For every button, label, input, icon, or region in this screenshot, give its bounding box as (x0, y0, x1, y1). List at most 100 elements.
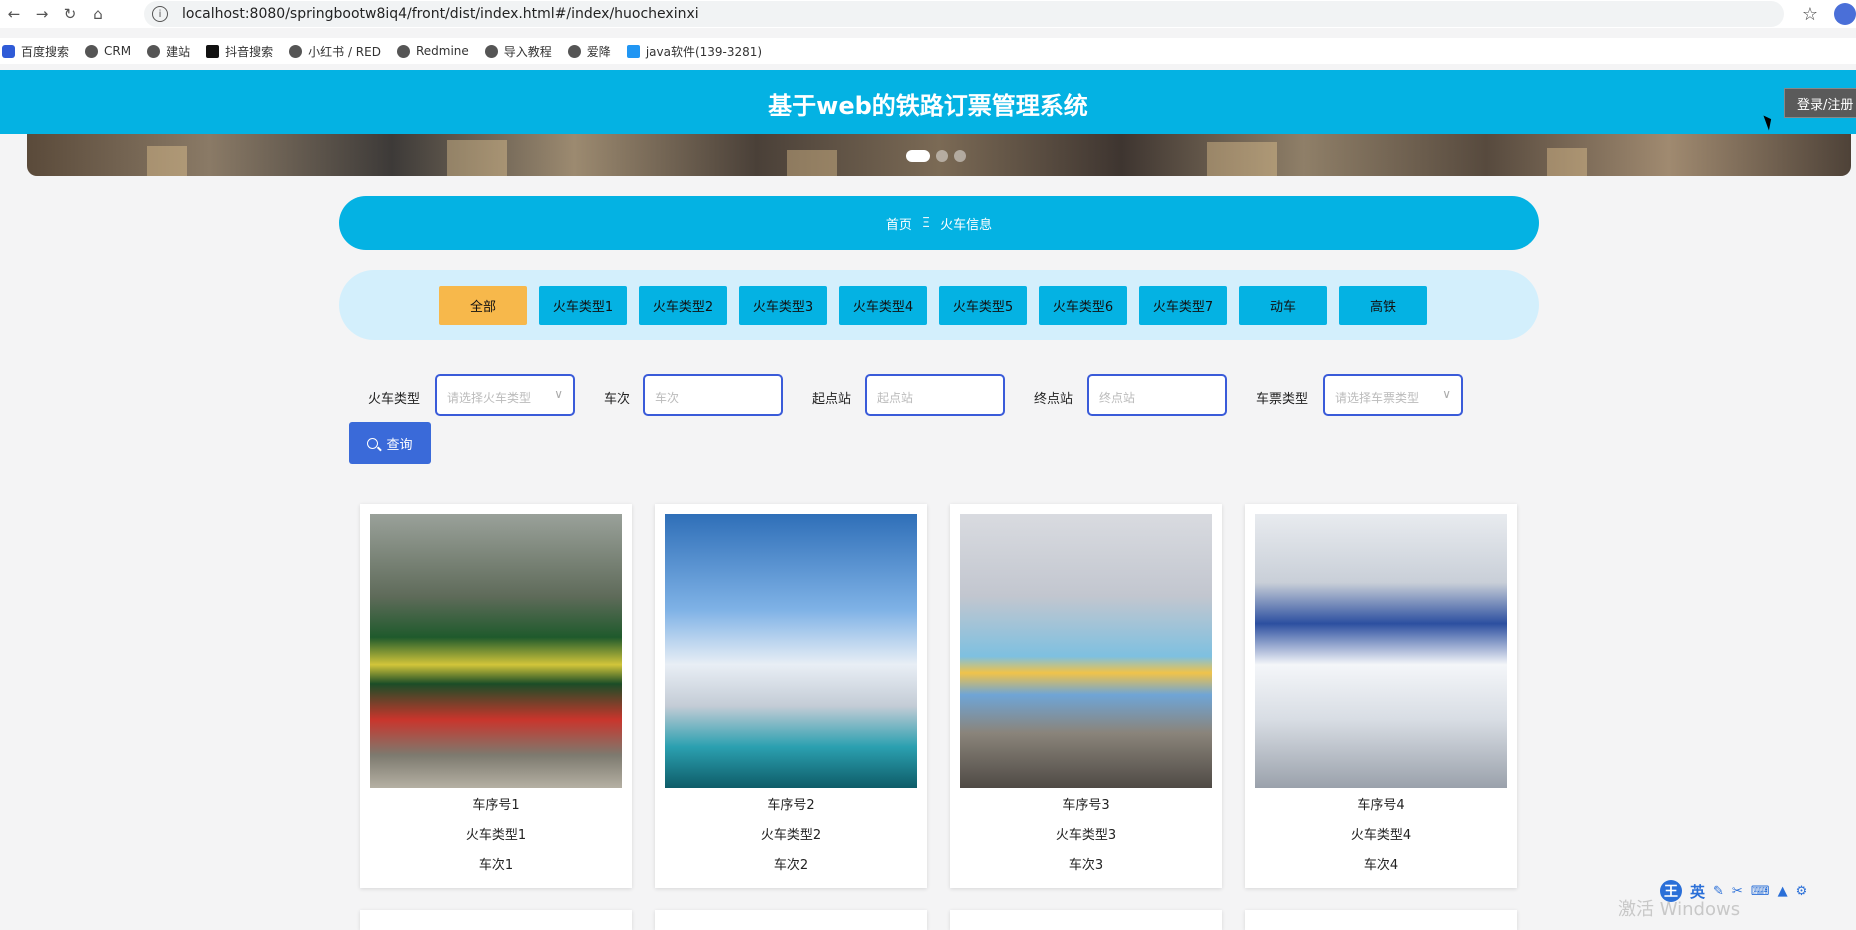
card-train-no: 车次1 (478, 858, 514, 873)
to-station-input[interactable]: 终点站 (1087, 374, 1227, 416)
ime-language-toggle[interactable]: 英 (1690, 881, 1705, 902)
card-train-no: 车次2 (773, 858, 809, 873)
tab-train-type-2[interactable]: 火车类型2 (639, 285, 727, 325)
train-card[interactable] (1245, 910, 1517, 930)
ticket-type-label: 车票类型 (1256, 392, 1309, 407)
tab-train-type-3[interactable]: 火车类型3 (739, 285, 827, 325)
train-no-label: 车次 (604, 392, 631, 407)
baidu-icon (2, 44, 15, 58)
carousel-indicators (906, 150, 966, 162)
forward-icon[interactable]: → (28, 0, 56, 28)
site-info-icon[interactable]: i (152, 6, 168, 22)
train-card[interactable]: 车序号3 火车类型3 车次3 (950, 504, 1222, 888)
scissors-icon[interactable]: ✂ (1732, 884, 1743, 899)
globe-icon (289, 44, 303, 58)
bookmarks-bar: 百度搜索 CRM 建站 抖音搜索 小红书 / RED Redmine 导入教程 … (0, 38, 1856, 64)
card-train-no: 车次4 (1363, 858, 1399, 873)
bookmark-jianzhan[interactable]: 建站 (147, 43, 190, 60)
breadcrumb-separator: Ξ (921, 215, 931, 231)
train-card[interactable] (655, 910, 927, 930)
carousel-dot[interactable] (954, 150, 966, 162)
bookmark-redmine[interactable]: Redmine (396, 44, 469, 58)
breadcrumb-current: 火车信息 (940, 217, 993, 233)
reload-icon[interactable]: ↻ (56, 0, 84, 28)
globe-icon (147, 44, 161, 58)
ime-logo-icon[interactable]: 王 (1660, 880, 1682, 902)
train-card[interactable] (360, 910, 632, 930)
card-seq: 车序号3 (1062, 798, 1110, 813)
bookmark-label: 百度搜索 (21, 44, 70, 59)
globe-icon (484, 44, 498, 58)
bookmark-label: 小红书 / RED (308, 44, 381, 59)
tv-icon (626, 44, 640, 58)
bookmark-java-software[interactable]: java软件(139-3281) (626, 43, 763, 60)
skin-icon[interactable]: ▲ (1778, 884, 1788, 899)
tiktok-icon (206, 44, 220, 58)
from-station-label: 起点站 (812, 392, 852, 407)
search-icon (367, 437, 379, 449)
carousel-dot[interactable] (906, 150, 930, 162)
tab-train-type-4[interactable]: 火车类型4 (839, 285, 927, 325)
train-card[interactable] (950, 910, 1222, 930)
ime-toolbar[interactable]: 王 英 ✎ ✂ ⌨ ▲ ⚙ (1660, 880, 1807, 902)
tab-high-speed[interactable]: 高铁 (1339, 285, 1427, 325)
tab-train-type-6[interactable]: 火车类型6 (1039, 285, 1127, 325)
from-station-input[interactable]: 起点站 (865, 374, 1005, 416)
site-title: 基于web的铁路订票管理系统 (768, 92, 1088, 120)
address-bar[interactable]: i localhost:8080/springbootw8iq4/front/d… (144, 1, 1784, 27)
tab-train-type-1[interactable]: 火车类型1 (539, 285, 627, 325)
card-seq: 车序号1 (472, 798, 520, 813)
bookmark-xiaohongshu[interactable]: 小红书 / RED (289, 43, 381, 60)
tab-train-type-5[interactable]: 火车类型5 (939, 285, 1027, 325)
bookmark-label: java软件(139-3281) (645, 44, 763, 59)
keyboard-icon[interactable]: ⌨ (1751, 884, 1770, 899)
train-image (1255, 514, 1507, 788)
bookmark-star-icon[interactable]: ☆ (1802, 4, 1818, 25)
card-type: 火车类型3 (1055, 828, 1117, 843)
train-type-select[interactable]: 请选择火车类型 (435, 374, 575, 416)
back-icon[interactable]: ← (0, 0, 28, 28)
home-icon[interactable]: ⌂ (84, 0, 112, 28)
train-card[interactable]: 车序号2 火车类型2 车次2 (655, 504, 927, 888)
globe-icon (85, 44, 99, 58)
card-type: 火车类型1 (465, 828, 527, 843)
globe-icon (567, 44, 581, 58)
site-header: 基于web的铁路订票管理系统 (0, 70, 1856, 134)
search-form: 火车类型 请选择火车类型 车次 车次 起点站 起点站 终点站 终点站 车票类型 … (0, 374, 1856, 416)
tab-train-type-7[interactable]: 火车类型7 (1139, 285, 1227, 325)
bookmark-crm[interactable]: CRM (85, 44, 131, 58)
profile-avatar[interactable] (1834, 3, 1856, 25)
train-card[interactable]: 车序号4 火车类型4 车次4 (1245, 504, 1517, 888)
search-button-label: 查询 (386, 437, 413, 453)
bookmark-label: 爱降 (586, 44, 611, 59)
bookmark-aijiang[interactable]: 爱降 (567, 43, 611, 60)
breadcrumb-home[interactable]: 首页 (886, 214, 912, 233)
train-image (665, 514, 917, 788)
browser-toolbar: ← → ↻ ⌂ i localhost:8080/springbootw8iq4… (0, 0, 1856, 28)
search-button[interactable]: 查询 (349, 422, 431, 464)
gear-icon[interactable]: ⚙ (1796, 884, 1808, 899)
bookmark-label: 建站 (166, 44, 191, 59)
train-card[interactable]: 车序号1 火车类型1 车次1 (360, 504, 632, 888)
bookmark-import-tutorial[interactable]: 导入教程 (484, 43, 552, 60)
ticket-type-select[interactable]: 请选择车票类型 (1323, 374, 1463, 416)
bookmark-label: 导入教程 (503, 44, 552, 59)
pen-icon[interactable]: ✎ (1713, 884, 1724, 899)
carousel-dot[interactable] (936, 150, 948, 162)
tab-emu[interactable]: 动车 (1239, 285, 1327, 325)
tab-all[interactable]: 全部 (439, 285, 527, 325)
card-train-no: 车次3 (1068, 858, 1104, 873)
bookmark-label: Redmine (415, 44, 469, 58)
globe-icon (396, 44, 410, 58)
train-image (960, 514, 1212, 788)
bookmark-label: CRM (104, 44, 132, 58)
bookmark-douyin[interactable]: 抖音搜索 (206, 43, 273, 60)
bookmark-label: 抖音搜索 (225, 44, 274, 59)
card-type: 火车类型4 (1350, 828, 1412, 843)
category-tabs: 全部 火车类型1 火车类型2 火车类型3 火车类型4 火车类型5 火车类型6 火… (339, 270, 1539, 340)
train-no-input[interactable]: 车次 (643, 374, 783, 416)
login-register-button[interactable]: 登录/注册 (1784, 88, 1856, 118)
breadcrumb: 首页 Ξ 火车信息 (339, 196, 1539, 250)
bookmark-baidu[interactable]: 百度搜索 (2, 43, 69, 60)
card-seq: 车序号4 (1357, 798, 1405, 813)
